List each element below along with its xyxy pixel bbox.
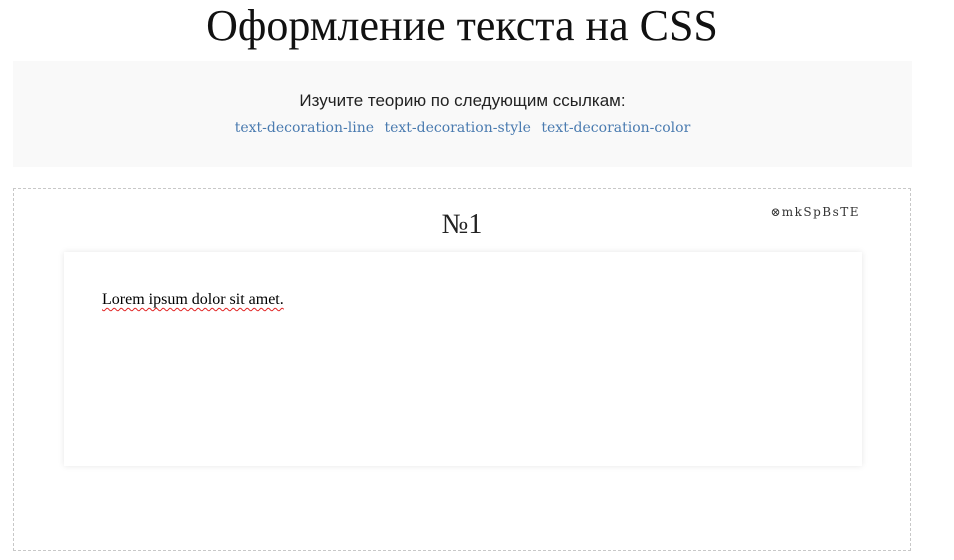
- theory-section: Изучите теорию по следующим ссылкам: tex…: [13, 61, 912, 167]
- page-title: Оформление текста на CSS: [206, 1, 718, 50]
- task-id-text: mkSpBsTE: [781, 205, 860, 219]
- sample-text: Lorem ipsum dolor sit amet.: [102, 291, 284, 308]
- link-text-decoration-line[interactable]: text-decoration-line: [235, 120, 374, 136]
- theory-links: text-decoration-line text-decoration-sty…: [13, 118, 912, 138]
- task-id-link[interactable]: ⊗mkSpBsTE: [771, 204, 860, 220]
- link-text-decoration-style[interactable]: text-decoration-style: [384, 120, 530, 136]
- circled-x-icon: ⊗: [770, 205, 781, 219]
- theory-intro: Изучите теорию по следующим ссылкам:: [299, 91, 626, 110]
- link-text-decoration-color[interactable]: text-decoration-color: [541, 120, 690, 136]
- preview-box: Lorem ipsum dolor sit amet.: [64, 252, 862, 466]
- task-card: №1 ⊗mkSpBsTE Lorem ipsum dolor sit amet.: [13, 188, 911, 551]
